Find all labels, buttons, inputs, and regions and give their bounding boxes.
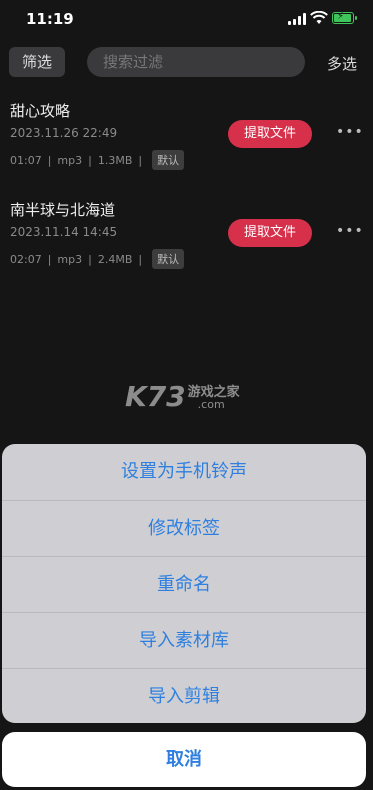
import-material-library-option[interactable]: 导入素材库 [2, 612, 366, 667]
extract-file-button[interactable]: 提取文件 [228, 219, 312, 247]
search-input[interactable] [87, 47, 305, 77]
set-ringtone-option[interactable]: 设置为手机铃声 [2, 444, 366, 499]
extract-file-button[interactable]: 提取文件 [228, 120, 312, 148]
file-size: 2.4MB [97, 252, 133, 266]
file-duration: 02:07 [10, 252, 42, 266]
more-horizontal-icon[interactable]: ••• [336, 124, 364, 140]
file-name: 南半球与北海道 [10, 201, 116, 219]
cancel-button[interactable]: 取消 [2, 732, 366, 787]
rename-option[interactable]: 重命名 [2, 556, 366, 611]
file-format: mp3 [57, 153, 83, 167]
action-sheet: 设置为手机铃声 修改标签 重命名 导入素材库 导入剪辑 [2, 444, 366, 723]
signal-icon [288, 13, 306, 25]
filter-button[interactable]: 筛选 [9, 47, 65, 77]
watermark: K73 游戏之家 .com [125, 378, 240, 414]
file-meta: 02:07 | mp3 | 2.4MB | 默认 [10, 249, 185, 269]
list-item[interactable]: 南半球与北海道 2023.11.14 14:45 02:07 | mp3 | 2.4… [0, 199, 373, 279]
file-format: mp3 [57, 252, 83, 266]
file-size: 1.3MB [97, 153, 133, 167]
file-date: 2023.11.14 14:45 [10, 225, 118, 239]
file-date: 2023.11.26 22:49 [10, 126, 118, 140]
watermark-domain: .com [197, 398, 225, 411]
status-time: 11:19 [26, 10, 74, 28]
status-bar: 11:19 ⚡ [0, 0, 373, 40]
search-input-container[interactable] [87, 47, 305, 77]
edit-tags-option[interactable]: 修改标签 [2, 500, 366, 555]
file-duration: 01:07 [10, 153, 42, 167]
battery-charging-icon: ⚡ [332, 11, 357, 24]
multi-select-button[interactable]: 多选 [327, 53, 357, 74]
more-horizontal-icon[interactable]: ••• [336, 223, 364, 239]
list-item[interactable]: 甜心攻略 2023.11.26 22:49 01:07 | mp3 | 1.3MB |… [0, 100, 373, 180]
tag-badge: 默认 [152, 150, 185, 170]
file-meta: 01:07 | mp3 | 1.3MB | 默认 [10, 150, 185, 170]
import-editor-option[interactable]: 导入剪辑 [2, 668, 366, 723]
wifi-icon [310, 11, 328, 24]
file-name: 甜心攻略 [10, 102, 71, 120]
watermark-logo: K73 [125, 379, 186, 413]
tag-badge: 默认 [152, 249, 185, 269]
